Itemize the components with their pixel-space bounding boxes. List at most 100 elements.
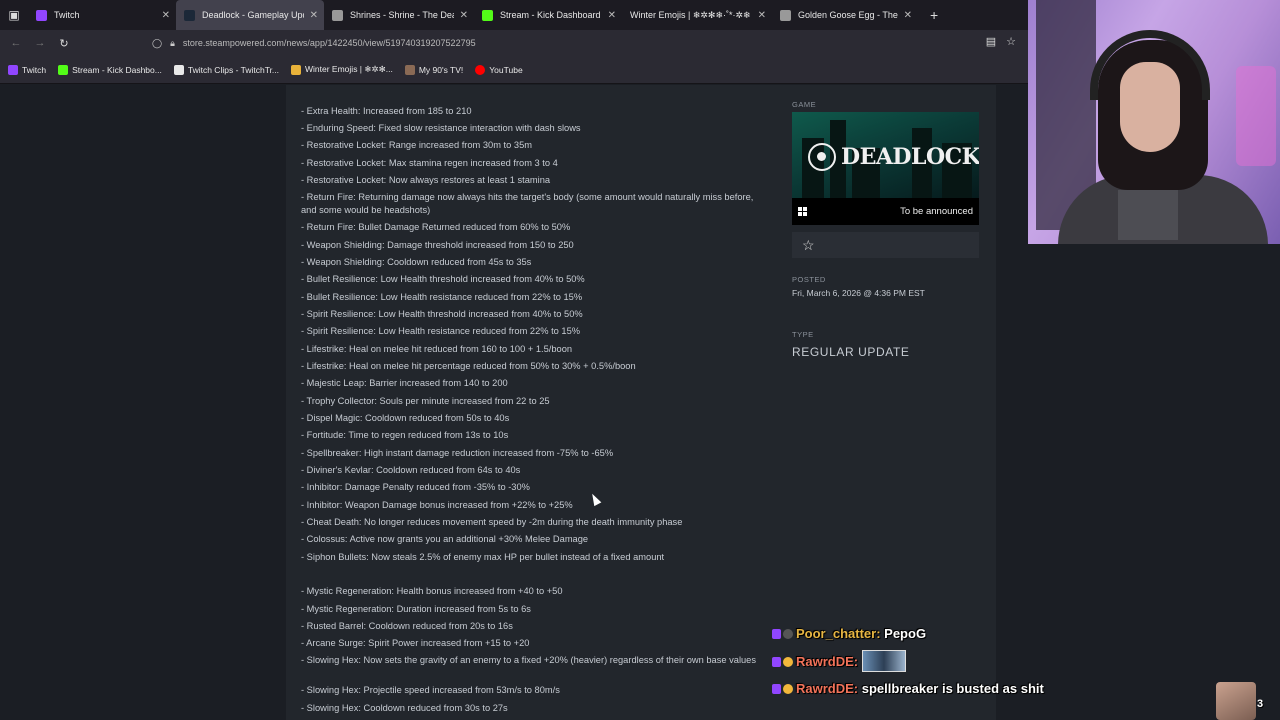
release-status: To be announced [900, 206, 973, 217]
tab-winter-emojis[interactable]: Winter Emojis | ❄✲✻❄·˚*·✲❄ ✕ [622, 0, 772, 30]
patch-note-line: - Weapon Shielding: Cooldown reduced fro… [301, 257, 532, 267]
user-badge-icon [783, 657, 793, 667]
patch-note-line: - Arcane Surge: Spirit Power increased f… [301, 638, 530, 648]
patch-note-line: - Trophy Collector: Souls per minute inc… [301, 396, 550, 406]
wishlist-button[interactable]: ☆ [792, 232, 979, 258]
back-icon[interactable]: ← [4, 37, 28, 49]
bookmark-winter-emojis[interactable]: Winter Emojis | ❄✲✻... [291, 64, 393, 75]
star-icon: ☆ [802, 236, 815, 253]
game-label: GAME [792, 100, 817, 109]
patch-note-line: - Bullet Resilience: Low Health threshol… [301, 274, 585, 284]
webcam-overlay [1028, 0, 1280, 244]
tab-golden-goose[interactable]: Golden Goose Egg - The Deadl ✕ [772, 0, 918, 30]
viewer-count: 3 [1257, 698, 1264, 710]
release-bar: To be announced [792, 198, 979, 225]
tab-list-icon[interactable]: ▣ [0, 0, 28, 30]
kick-icon [482, 9, 493, 21]
patch-note-line: - Diviner's Kevlar: Cooldown reduced fro… [301, 465, 521, 475]
twitchtracker-icon [173, 64, 184, 75]
close-icon[interactable]: ✕ [310, 10, 318, 21]
shield-icon[interactable]: ◯ [152, 38, 162, 49]
patch-note-line: - Fortitude: Time to regen reduced from … [301, 430, 509, 440]
navigation-bar: ← → ↻ ◯ 🔒︎ store.steampowered.com/news/a… [0, 30, 1028, 56]
patch-note-line: - Enduring Speed: Fixed slow resistance … [301, 123, 581, 133]
tab-label: Stream - Kick Dashboard [500, 10, 601, 20]
game-logo: DEADLOCK [808, 143, 979, 171]
patch-note-line: - Dispel Magic: Cooldown reduced from 50… [301, 413, 510, 423]
address-bar[interactable]: ◯ 🔒︎ store.steampowered.com/news/app/142… [152, 32, 1020, 54]
close-icon[interactable]: ✕ [904, 10, 912, 21]
reload-icon[interactable]: ↻ [52, 37, 76, 50]
url-text: store.steampowered.com/news/app/1422450/… [182, 38, 476, 48]
tab-kick-dashboard[interactable]: Stream - Kick Dashboard ✕ [474, 0, 622, 30]
patch-note-line: - Siphon Bullets: Now steals 2.5% of ene… [301, 552, 665, 562]
bookmark-label: Stream - Kick Dashbo... [72, 64, 162, 75]
patch-note-line: - Restorative Locket: Range increased fr… [301, 140, 532, 150]
chat-text: PepoG [884, 626, 927, 641]
wiki-icon [332, 9, 343, 21]
patch-note-line: - Restorative Locket: Now always restore… [301, 175, 551, 185]
close-icon[interactable]: ✕ [608, 10, 616, 21]
game-capsule[interactable]: DEADLOCK [792, 112, 979, 198]
bookmark-label: Winter Emojis | ❄✲✻... [305, 64, 393, 74]
headphones [1090, 30, 1210, 100]
new-tab-button[interactable]: + [930, 7, 938, 23]
patch-note-line: - Return Fire: Bullet Damage Returned re… [301, 222, 571, 232]
bookmark-youtube[interactable]: YouTube [475, 64, 523, 75]
patch-note-line: - Spirit Resilience: Low Health resistan… [301, 326, 581, 336]
kick-icon [58, 64, 69, 75]
bookmark-twitch-clips[interactable]: Twitch Clips - TwitchTr... [173, 64, 280, 75]
patch-note-line: - Slowing Hex: Now sets the gravity of a… [301, 655, 756, 665]
bookmark-label: Twitch Clips - TwitchTr... [187, 64, 280, 75]
bookmark-label: My 90's TV! [418, 64, 464, 75]
bookmark-star-icon[interactable]: ☆ [1006, 35, 1016, 48]
close-icon[interactable]: ✕ [162, 10, 170, 21]
corner-avatar [1216, 682, 1256, 720]
chat-text: spellbreaker is busted as shit [861, 681, 1044, 696]
tab-label: Winter Emojis | ❄✲✻❄·˚*·✲❄ [630, 9, 751, 20]
tab-label: Golden Goose Egg - The Deadl [798, 10, 898, 20]
tab-label: Twitch [54, 10, 80, 20]
patch-note-line: - Weapon Shielding: Damage threshold inc… [301, 240, 574, 250]
close-icon[interactable]: ✕ [758, 10, 766, 21]
twitch-badge-icon [772, 629, 781, 639]
tab-label: Deadlock - Gameplay Update - [202, 10, 304, 20]
bookmark-twitch[interactable]: Twitch [8, 64, 46, 75]
tab-deadlock-update[interactable]: Deadlock - Gameplay Update - ✕ [176, 0, 324, 30]
chat-message: RawrdDE: spellbreaker is busted as shit [772, 678, 1072, 699]
patch-note-line: - Restorative Locket: Max stamina regen … [301, 158, 558, 168]
chat-username: RawrdDE: [796, 681, 859, 696]
bookmarks-bar: Twitch Stream - Kick Dashbo... Twitch Cl… [0, 56, 1028, 84]
chat-username: Poor_chatter: [796, 626, 881, 641]
reader-view-icon[interactable]: ▤ [986, 35, 996, 48]
patch-note-line: - Slowing Hex: Cooldown reduced from 30s… [301, 703, 508, 713]
bookmark-90s-tv[interactable]: My 90's TV! [404, 64, 464, 75]
youtube-icon [475, 64, 486, 75]
tab-shrines[interactable]: Shrines - Shrine - The Deadlock ✕ [324, 0, 474, 30]
patch-note-line: - Rusted Barrel: Cooldown reduced from 2… [301, 621, 513, 631]
lock-icon[interactable]: 🔒︎ [170, 38, 175, 49]
patch-note-line: - Lifestrike: Heal on melee hit reduced … [301, 344, 573, 354]
chat-username: RawrdDE: [796, 654, 859, 669]
patch-note-line: - Slowing Hex: Projectile speed increase… [301, 685, 560, 695]
webcam-light [1236, 66, 1276, 166]
bookmark-label: YouTube [489, 64, 523, 75]
deadlock-wheel-icon [808, 143, 836, 171]
close-icon[interactable]: ✕ [460, 10, 468, 21]
patch-note-line: - Lifestrike: Heal on melee hit percenta… [301, 361, 636, 371]
chat-message: Poor_chatter: PepoG [772, 626, 1072, 641]
patch-note-line: - Extra Health: Increased from 185 to 21… [301, 106, 472, 116]
posted-label: POSTED [792, 275, 826, 284]
patch-note-line: - Mystic Regeneration: Health bonus incr… [301, 586, 563, 596]
chat-emote-image [861, 650, 906, 672]
forward-icon[interactable]: → [28, 37, 52, 49]
twitch-icon [36, 9, 47, 21]
user-badge-icon [783, 684, 793, 694]
folder-icon [291, 64, 302, 75]
bookmark-kick[interactable]: Stream - Kick Dashbo... [58, 64, 162, 75]
twitch-icon [8, 64, 18, 75]
steam-icon [184, 9, 195, 21]
patch-note-line: - Spellbreaker: High instant damage redu… [301, 448, 614, 458]
wiki-icon [780, 9, 791, 21]
tab-twitch[interactable]: Twitch ✕ [28, 0, 176, 30]
